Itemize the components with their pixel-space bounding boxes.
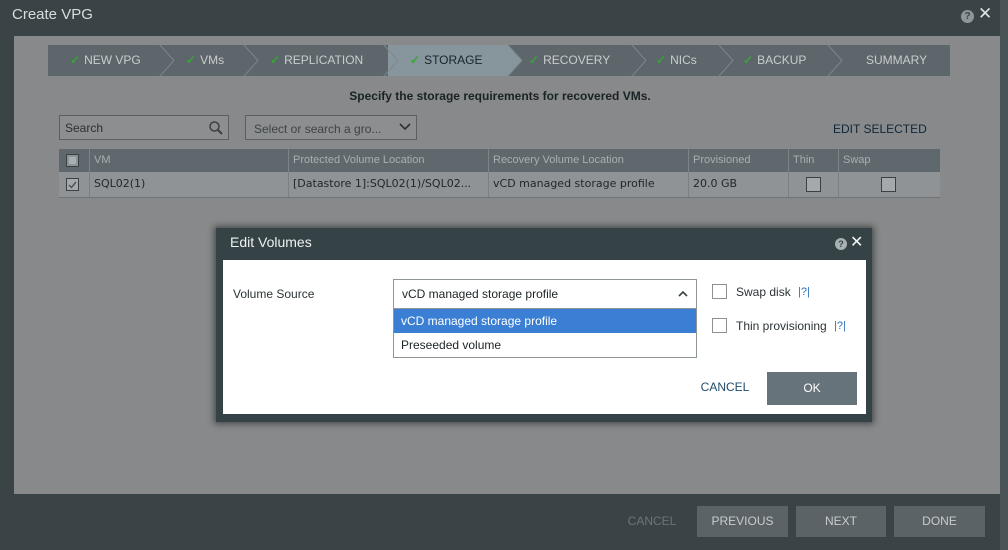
check-icon: ✓: [743, 53, 754, 67]
column-header-thin[interactable]: Thin: [788, 149, 838, 172]
window-close-icon[interactable]: ✕: [978, 4, 992, 24]
table-row[interactable]: SQL02(1) [Datastore 1]:SQL02(1)/SQL02...…: [59, 172, 940, 198]
column-header-protected-volume-location[interactable]: Protected Volume Location: [288, 149, 488, 172]
step-separator: [383, 45, 399, 76]
step-vms[interactable]: ✓ VMs: [186, 45, 224, 76]
column-header-swap[interactable]: Swap: [838, 149, 940, 172]
row-select-checkbox[interactable]: [66, 178, 79, 191]
check-icon: ✓: [410, 53, 421, 67]
group-select-placeholder: Select or search a gro...: [254, 122, 382, 136]
create-vpg-window: Create VPG ? ✕ ✓ NEW VPG ✓ VMs ✓ REPLICATIO…: [0, 0, 1008, 550]
column-header-recovery-volume-location[interactable]: Recovery Volume Location: [488, 149, 688, 172]
edit-selected-link[interactable]: EDIT SELECTED: [833, 122, 927, 136]
select-all-checkbox[interactable]: [66, 154, 79, 167]
edit-volumes-dialog: Edit Volumes ? ✕ Volume Source vCD manag…: [216, 228, 872, 422]
option-preseeded-volume[interactable]: Preseeded volume: [394, 333, 696, 357]
step-storage[interactable]: ✓ STORAGE: [410, 45, 483, 76]
page-instruction: Specify the storage requirements for rec…: [349, 89, 651, 103]
cell-recovery-volume-location: vCD managed storage profile: [488, 172, 688, 197]
dialog-ok-button[interactable]: OK: [767, 372, 857, 405]
step-separator: [159, 45, 175, 76]
check-icon: ✓: [529, 53, 540, 67]
chevron-down-icon: [399, 123, 411, 131]
cell-protected-volume-location: [Datastore 1]:SQL02(1)/SQL02...: [288, 172, 488, 197]
check-icon: ✓: [270, 53, 281, 67]
step-replication[interactable]: ✓ REPLICATION: [270, 45, 363, 76]
column-header-vm[interactable]: VM: [89, 149, 288, 172]
step-recovery[interactable]: ✓ RECOVERY: [529, 45, 610, 76]
dialog-cancel-button[interactable]: CANCEL: [695, 372, 755, 402]
check-icon: ✓: [70, 53, 81, 67]
chevron-up-icon: [678, 290, 688, 297]
volume-source-value: vCD managed storage profile: [402, 287, 559, 301]
next-button[interactable]: NEXT: [796, 506, 886, 537]
step-nics[interactable]: ✓ NICs: [656, 45, 697, 76]
background-panel-edge: [1000, 0, 1008, 550]
step-backup[interactable]: ✓ BACKUP: [743, 45, 806, 76]
thin-provisioning-label: Thin provisioning: [736, 319, 827, 333]
column-header-provisioned[interactable]: Provisioned: [688, 149, 788, 172]
done-button[interactable]: DONE: [894, 506, 985, 537]
step-separator: [631, 45, 647, 76]
check-icon: ✓: [186, 53, 197, 67]
step-summary[interactable]: SUMMARY: [866, 45, 927, 76]
select-all-cell: [59, 149, 89, 172]
dialog-body: Volume Source vCD managed storage profil…: [223, 260, 866, 414]
step-separator: [718, 45, 734, 76]
thin-checkbox[interactable]: [806, 177, 821, 192]
dialog-title: Edit Volumes: [230, 234, 312, 250]
check-icon: ✓: [656, 53, 667, 67]
volume-source-select[interactable]: vCD managed storage profile: [393, 279, 697, 309]
window-help-icon[interactable]: ?: [961, 10, 974, 23]
search-icon: [209, 121, 223, 135]
swap-disk-checkbox[interactable]: [712, 284, 727, 299]
swap-disk-help-link[interactable]: |?|: [798, 286, 810, 298]
cell-thin: [788, 172, 838, 197]
cell-provisioned: 20.0 GB: [688, 172, 788, 197]
wizard-cancel-button[interactable]: CANCEL: [620, 506, 684, 537]
search-input[interactable]: Search: [59, 115, 229, 140]
thin-provisioning-help-link[interactable]: |?|: [834, 320, 846, 332]
previous-button[interactable]: PREVIOUS: [697, 506, 788, 537]
step-separator: [243, 45, 259, 76]
search-placeholder: Search: [65, 121, 104, 135]
option-vcd-managed-storage-profile[interactable]: vCD managed storage profile: [394, 309, 696, 333]
cell-vm: SQL02(1): [89, 172, 288, 197]
dialog-close-icon[interactable]: ✕: [850, 232, 863, 252]
group-select[interactable]: Select or search a gro...: [245, 115, 417, 140]
step-new-vpg[interactable]: ✓ NEW VPG: [70, 45, 141, 76]
cell-swap: [838, 172, 940, 197]
row-select-cell: [59, 172, 89, 197]
window-title: Create VPG: [12, 6, 93, 23]
step-separator: [506, 45, 523, 76]
thin-provisioning-checkbox[interactable]: [712, 318, 727, 333]
volume-source-dropdown-list: vCD managed storage profile Preseeded vo…: [393, 308, 697, 358]
check-icon: [68, 181, 77, 189]
swap-disk-label: Swap disk: [736, 285, 791, 299]
step-separator: [827, 45, 843, 76]
dialog-help-icon[interactable]: ?: [835, 238, 847, 250]
volume-source-label: Volume Source: [233, 287, 315, 301]
swap-checkbox[interactable]: [881, 177, 896, 192]
volumes-grid-header: VM Protected Volume Location Recovery Vo…: [59, 149, 940, 172]
